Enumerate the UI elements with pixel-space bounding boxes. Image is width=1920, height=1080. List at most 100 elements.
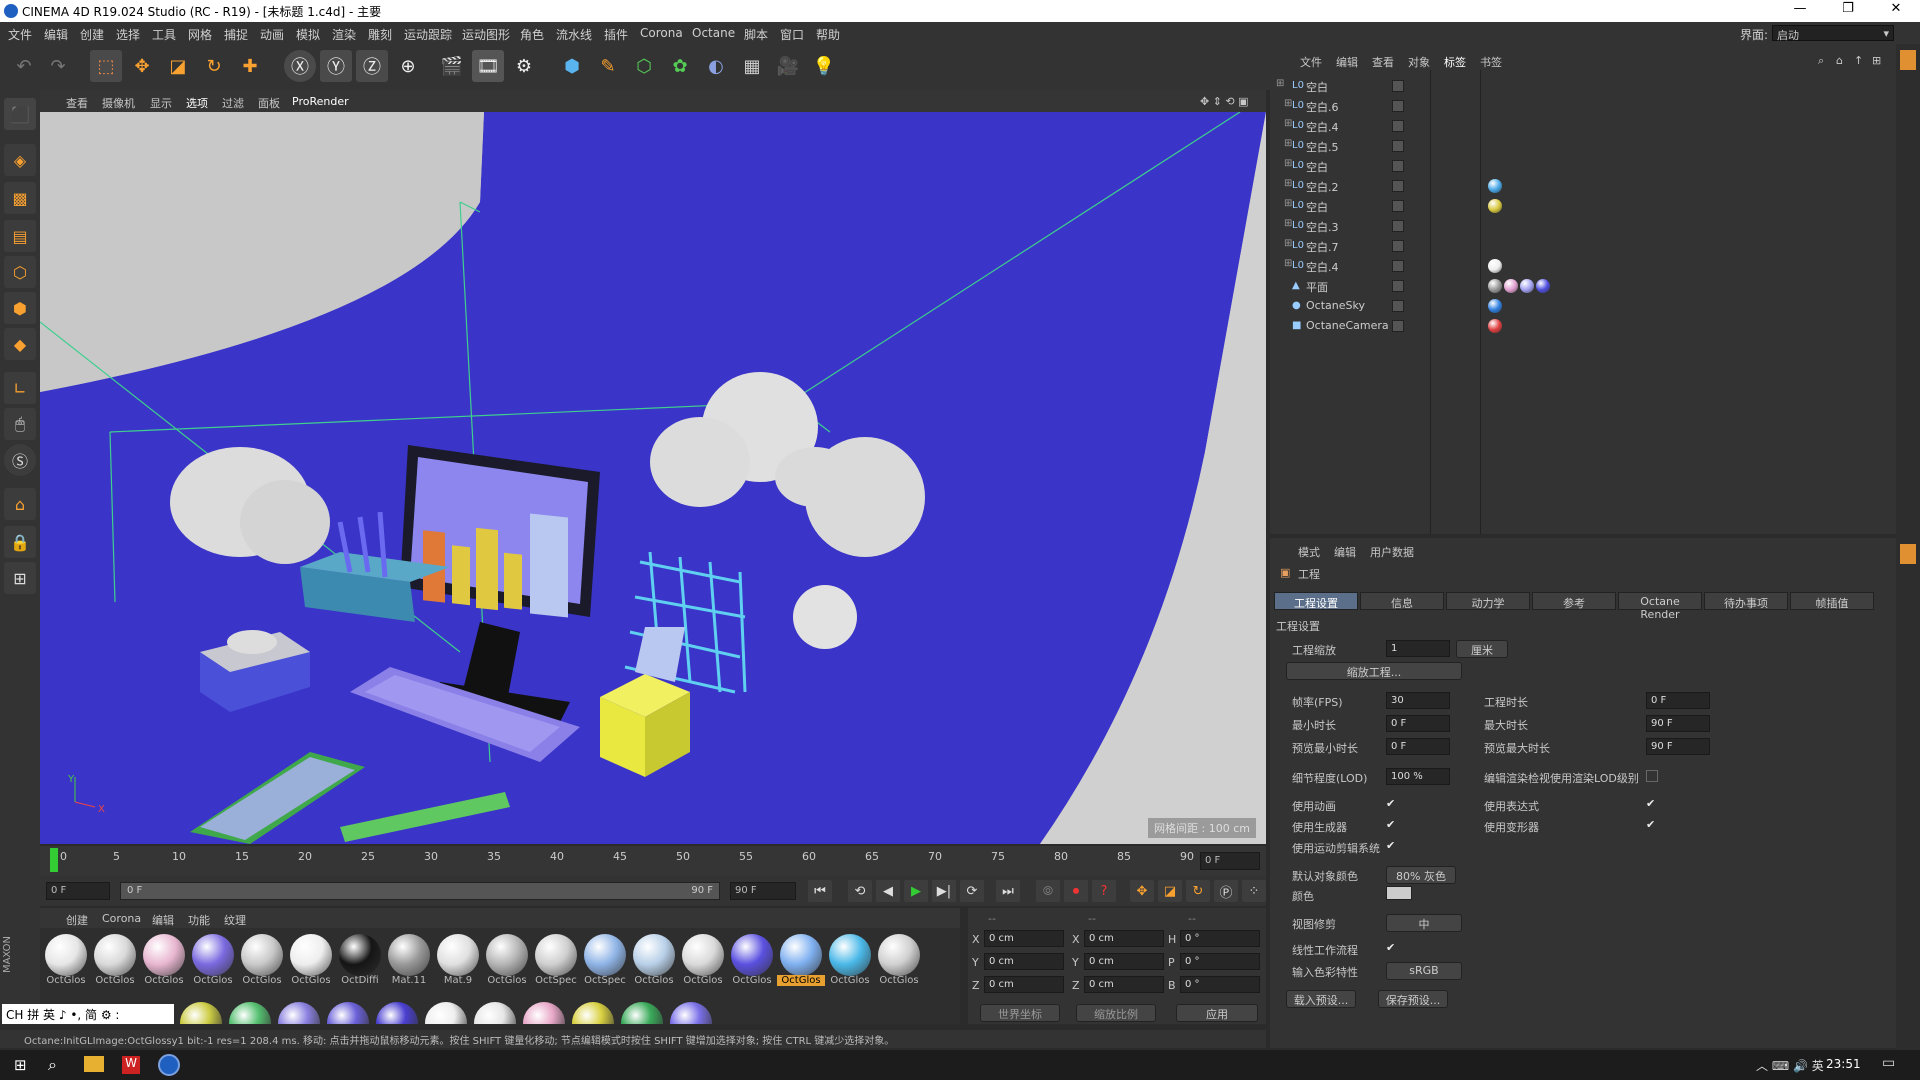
- material-tag-icon[interactable]: [1488, 179, 1502, 193]
- object-row[interactable]: ⊞ L0 空白: [1270, 76, 1896, 96]
- visibility-toggle[interactable]: [1392, 140, 1404, 152]
- coord-size-field[interactable]: 0 cm: [1084, 930, 1164, 947]
- mat-menu-create[interactable]: 创建: [66, 912, 88, 928]
- material-swatch[interactable]: OctSpec: [532, 932, 580, 988]
- use-deformers-checkbox[interactable]: ✔: [1646, 819, 1658, 831]
- menu-edit[interactable]: 编辑: [44, 26, 68, 43]
- material-swatch[interactable]: OctGlos: [826, 932, 874, 988]
- material-swatch[interactable]: [278, 1002, 320, 1024]
- material-tag-icon[interactable]: [1488, 259, 1502, 273]
- menu-snap[interactable]: 捕捉: [224, 26, 248, 43]
- texture-mode-icon[interactable]: ▩: [4, 182, 36, 214]
- vp-menu-cameras[interactable]: 摄像机: [102, 95, 135, 111]
- visibility-toggle[interactable]: [1392, 260, 1404, 272]
- obj-menu-file[interactable]: 文件: [1300, 54, 1322, 70]
- material-tag-icon[interactable]: [1488, 279, 1502, 293]
- mat-menu-edit[interactable]: 编辑: [152, 912, 174, 928]
- material-swatch[interactable]: [621, 1002, 663, 1024]
- object-row[interactable]: ⊞ L0 空白.6: [1270, 96, 1896, 116]
- use-generators-checkbox[interactable]: ✔: [1386, 819, 1398, 831]
- snap-icon[interactable]: ⌂: [4, 488, 36, 520]
- menu-plugins[interactable]: 插件: [604, 26, 628, 43]
- tab-project-settings[interactable]: 工程设置: [1274, 592, 1358, 610]
- menu-character[interactable]: 角色: [520, 26, 544, 43]
- material-swatch[interactable]: [670, 1002, 712, 1024]
- mat-menu-function[interactable]: 功能: [188, 912, 210, 928]
- menu-motion-tracker[interactable]: 运动跟踪: [404, 26, 452, 43]
- menu-mesh[interactable]: 网格: [188, 26, 212, 43]
- object-row[interactable]: ⊞ L0 空白: [1270, 156, 1896, 176]
- subdivision-icon[interactable]: ⬡: [628, 50, 660, 82]
- coord-scale-select[interactable]: 缩放比例: [1076, 1004, 1156, 1022]
- tab-reference[interactable]: 参考: [1532, 592, 1616, 610]
- ime-toolbar[interactable]: CH 拼 英 ♪ •, 简 ⚙ :: [2, 1004, 174, 1024]
- scale-unit-select[interactable]: 厘米: [1456, 640, 1508, 658]
- material-tag-icon[interactable]: [1488, 299, 1502, 313]
- floor-icon[interactable]: ▦: [736, 50, 768, 82]
- project-scale-field[interactable]: 1: [1386, 640, 1450, 657]
- material-swatch[interactable]: OctGlos: [875, 932, 923, 988]
- vp-menu-panel[interactable]: 面板: [258, 95, 280, 111]
- play-icon[interactable]: ▶: [904, 880, 928, 902]
- vp-menu-options[interactable]: 选项: [186, 95, 208, 111]
- search-icon[interactable]: ⌕: [48, 1055, 57, 1075]
- key-position-icon[interactable]: ✥: [1130, 880, 1154, 902]
- system-tray-icons[interactable]: ︿ ⌨ 🔊 英: [1756, 1057, 1824, 1074]
- menu-create[interactable]: 创建: [80, 26, 104, 43]
- cloner-icon[interactable]: ✿: [664, 50, 696, 82]
- tab-objects-side[interactable]: [1900, 50, 1916, 70]
- menu-simulate[interactable]: 模拟: [296, 26, 320, 43]
- pen-icon[interactable]: ✎: [592, 50, 624, 82]
- timeline-playhead[interactable]: [50, 848, 58, 872]
- render-picture-viewer-icon[interactable]: 🎞: [472, 50, 504, 82]
- project-time-field[interactable]: 0 F: [1646, 692, 1710, 709]
- mat-menu-texture[interactable]: 纹理: [224, 912, 246, 928]
- material-tag-icon[interactable]: [1488, 319, 1502, 333]
- visibility-toggle[interactable]: [1392, 300, 1404, 312]
- coord-size-field[interactable]: 0 cm: [1084, 953, 1164, 970]
- vp-menu-view[interactable]: 查看: [66, 95, 88, 111]
- wps-icon[interactable]: W: [122, 1056, 140, 1074]
- transform-icon[interactable]: ✚: [234, 50, 266, 82]
- color-swatch[interactable]: [1386, 886, 1412, 900]
- render-lod-checkbox[interactable]: [1646, 770, 1658, 782]
- search-icon[interactable]: ⌕: [1818, 54, 1824, 68]
- visibility-toggle[interactable]: [1392, 220, 1404, 232]
- workplane-icon[interactable]: ▤: [4, 220, 36, 252]
- max-time-field[interactable]: 90 F: [1646, 715, 1710, 732]
- obj-menu-bookmarks[interactable]: 书签: [1480, 54, 1502, 70]
- redo-icon[interactable]: ↷: [42, 50, 74, 82]
- material-swatch[interactable]: OctGlos: [91, 932, 139, 988]
- color-profile-select[interactable]: sRGB: [1386, 962, 1462, 980]
- visibility-toggle[interactable]: [1392, 180, 1404, 192]
- expand-icon[interactable]: ⊞: [1276, 78, 1284, 89]
- undo-icon[interactable]: ↶: [8, 50, 40, 82]
- coord-system-select[interactable]: 世界坐标: [980, 1004, 1060, 1022]
- material-swatch[interactable]: OctGlos: [679, 932, 727, 988]
- object-row[interactable]: ⊞ L0 空白: [1270, 196, 1896, 216]
- live-select-icon[interactable]: ⬚: [90, 50, 122, 82]
- tab-interpolation[interactable]: 帧插值: [1790, 592, 1874, 610]
- z-axis-icon[interactable]: Ⓩ: [356, 50, 388, 82]
- load-preset-button[interactable]: 载入预设...: [1286, 990, 1356, 1008]
- material-swatch[interactable]: [523, 1002, 565, 1024]
- menu-file[interactable]: 文件: [8, 26, 32, 43]
- use-animation-checkbox[interactable]: ✔: [1386, 798, 1398, 810]
- object-row[interactable]: ⊞ L0 空白.7: [1270, 236, 1896, 256]
- material-swatch[interactable]: [229, 1002, 271, 1024]
- vp-menu-prorender[interactable]: ProRender: [292, 95, 349, 108]
- viewport-nav-icons[interactable]: ✥ ⇕ ⟲ ▣: [1200, 95, 1249, 108]
- obj-menu-edit[interactable]: 编辑: [1336, 54, 1358, 70]
- material-swatch[interactable]: [180, 1002, 222, 1024]
- coord-rotation-field[interactable]: 0 °: [1180, 953, 1260, 970]
- goto-end-icon[interactable]: ⏭: [996, 880, 1020, 902]
- goto-start-icon[interactable]: ⏮: [808, 880, 832, 902]
- fps-field[interactable]: 30: [1386, 692, 1450, 709]
- material-swatch[interactable]: OctGlos: [42, 932, 90, 988]
- material-swatch[interactable]: Mat.9: [434, 932, 482, 988]
- notification-icon[interactable]: ▭: [1882, 1055, 1895, 1071]
- use-mograph-checkbox[interactable]: ✔: [1386, 840, 1398, 852]
- material-swatch[interactable]: [425, 1002, 467, 1024]
- menu-render[interactable]: 渲染: [332, 26, 356, 43]
- material-swatch[interactable]: OctGlos: [630, 932, 678, 988]
